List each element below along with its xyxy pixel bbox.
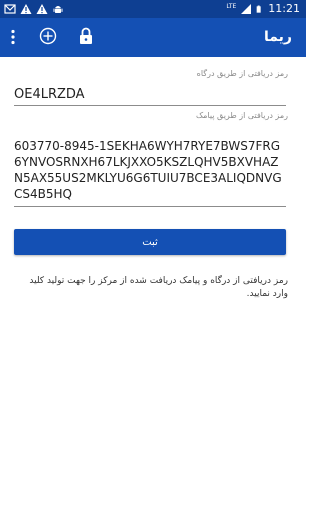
status-bar: LTE 11:21: [0, 0, 306, 18]
sms-code-input[interactable]: 603770-8945-1SEKHA6WYH7RYE7BWS7FRG6YNVOS…: [14, 138, 286, 202]
warning-icon: [20, 4, 32, 14]
overflow-menu-button[interactable]: [4, 26, 22, 48]
android-icon: [53, 6, 63, 13]
gateway-code-label: رمز دریافتی از طریق درگاه: [196, 69, 288, 78]
app-bar: ریما: [0, 18, 306, 57]
gateway-code-input[interactable]: OE4LRZDA: [14, 87, 286, 103]
sms-code-underline: [14, 206, 286, 207]
sms-code-label: رمز دریافتی از طریق پیامک: [195, 111, 288, 120]
add-circle-icon: [39, 27, 57, 45]
mail-icon: [4, 4, 16, 14]
status-bar-system: LTE 11:21: [226, 1, 300, 17]
app-title: ریما: [264, 29, 292, 45]
status-bar-notifications: [4, 2, 64, 16]
battery-icon: [256, 5, 261, 13]
clock: 11:21: [268, 2, 300, 15]
add-button[interactable]: [38, 25, 58, 47]
gateway-code-underline: [14, 105, 286, 106]
submit-button[interactable]: ثبت: [14, 229, 286, 255]
more-vert-icon: [11, 29, 15, 45]
lock-icon: [80, 27, 92, 44]
lock-button[interactable]: [76, 25, 96, 47]
help-text: رمز دریافتی از درگاه و پیامک دریافت شده …: [29, 276, 288, 299]
signal-icon: [241, 4, 252, 14]
warning-icon: [36, 4, 48, 14]
network-label: LTE: [226, 3, 237, 10]
